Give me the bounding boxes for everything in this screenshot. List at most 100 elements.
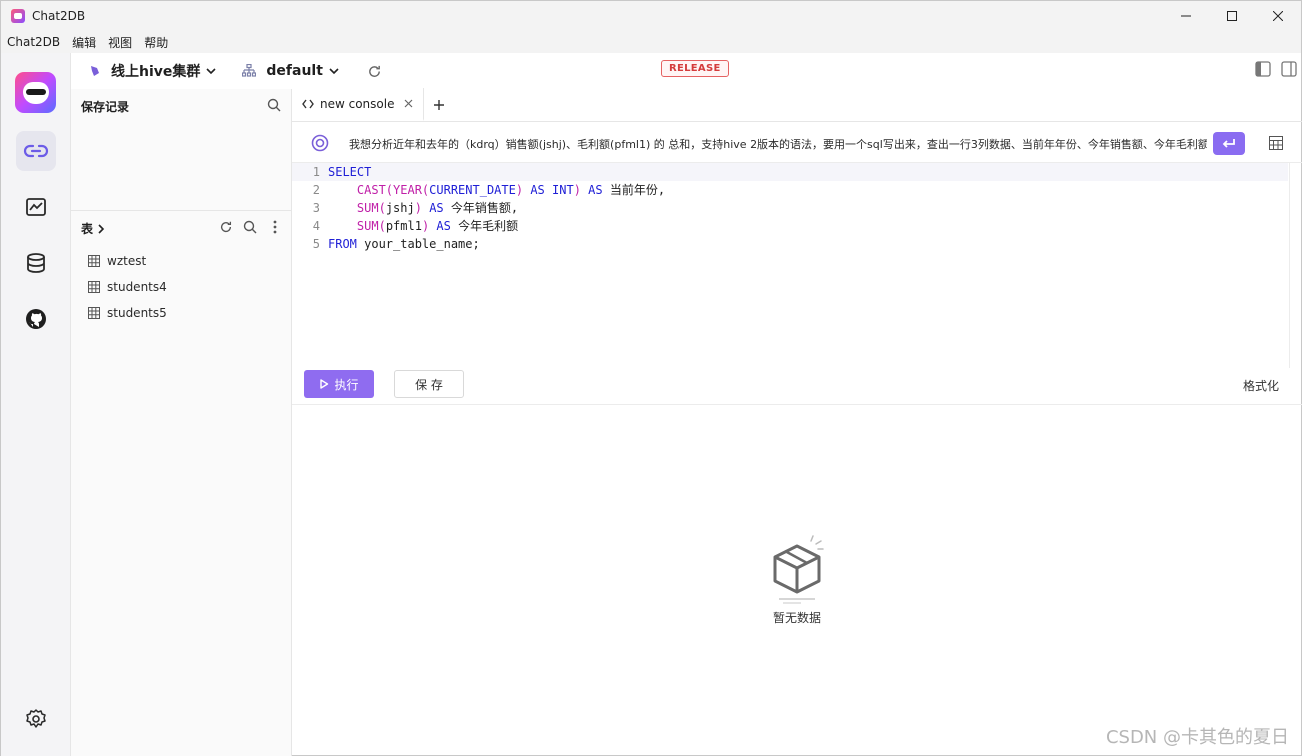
code-token: FROM [328, 237, 357, 251]
console-tabs: new console [292, 88, 1302, 122]
code-token: SUM( [356, 219, 386, 233]
table-item-label: students4 [107, 280, 167, 294]
table-item-students5[interactable]: students5 [88, 306, 167, 320]
sql-editor[interactable]: 1 SELECT 2 CAST(YEAR(CURRENT_DATE) AS INT)… [292, 163, 1300, 368]
toggle-right-panel-icon[interactable] [1281, 61, 1297, 77]
code-token: pfml1 [385, 219, 422, 233]
add-tab-button[interactable] [424, 88, 454, 121]
toggle-left-panel-icon[interactable] [1255, 61, 1271, 77]
code-token: AS [530, 183, 545, 197]
code-line[interactable]: 1 SELECT [292, 163, 1288, 181]
code-token: your_table_name; [356, 237, 480, 251]
database-selector[interactable]: default [242, 63, 339, 79]
empty-state-label: 暂无数据 [772, 611, 821, 625]
code-line[interactable]: 3 SUM(jshj) AS 今年销售额, [292, 199, 1288, 217]
app-icon [11, 9, 25, 23]
nav-database[interactable] [16, 243, 56, 283]
code-token: SELECT [328, 165, 372, 179]
ai-prompt-input[interactable]: 我想分析近年和去年的（kdrq）销售额(jshj)、毛利额(pfml1) 的 总… [349, 136, 1207, 152]
code-token: AS [436, 219, 451, 233]
menu-bar: Chat2DB 编辑 视图 帮助 [1, 31, 1301, 53]
connection-selector[interactable]: 线上hive集群 [89, 61, 216, 81]
chevron-right-icon [98, 223, 105, 234]
search-icon[interactable] [243, 220, 257, 234]
format-button[interactable]: 格式化 [1243, 377, 1279, 394]
nav-settings[interactable] [16, 699, 56, 739]
table-item-label: wztest [107, 254, 147, 268]
table-item-students4[interactable]: students4 [88, 280, 167, 294]
saved-records-title: 保存记录 [81, 100, 130, 114]
refresh-icon [369, 65, 380, 77]
schema-tree-icon [242, 64, 257, 77]
send-prompt-button[interactable] [1213, 132, 1245, 155]
refresh-connection-button[interactable] [367, 64, 382, 79]
maximize-button[interactable] [1209, 1, 1255, 31]
chevron-down-icon [206, 68, 216, 75]
chat2db-logo[interactable] [15, 72, 56, 113]
code-token: ) [573, 183, 581, 197]
code-line[interactable]: 2 CAST(YEAR(CURRENT_DATE) AS INT) AS 当前年… [292, 181, 1288, 199]
watermark: CSDN @卡其色的夏日 [1105, 727, 1289, 748]
line-number: 5 [312, 237, 320, 251]
menu-item-chat2db[interactable]: Chat2DB [7, 35, 60, 49]
code-token: 当前年份, [602, 183, 666, 197]
code-token: INT [552, 183, 574, 197]
code-icon [302, 99, 314, 108]
tables-header[interactable]: 表 [81, 220, 105, 237]
line-number: 4 [312, 219, 320, 233]
menu-item-view[interactable]: 视图 [108, 34, 132, 51]
tab-new-console[interactable]: new console [292, 88, 425, 121]
ai-icon [311, 134, 329, 152]
empty-box-icon [773, 535, 824, 604]
hive-icon [91, 66, 99, 76]
code-token: CURRENT_DATE [429, 183, 516, 197]
code-token: ) [414, 201, 422, 215]
code-token: YEAR( [393, 183, 430, 197]
title-bar: Chat2DB [1, 1, 1301, 31]
line-number: 2 [312, 183, 320, 197]
code-line[interactable]: 5 FROM your_table_name; [292, 235, 1288, 253]
code-token: 今年毛利额 [450, 219, 519, 233]
table-icon [88, 255, 100, 267]
table-icon [88, 307, 100, 319]
app-window: Chat2DB Chat2DB 编辑 视图 帮助 线上hive集群 defaul… [0, 0, 1302, 756]
editor-scrollbar[interactable] [1289, 163, 1302, 368]
close-window-button[interactable] [1255, 1, 1301, 31]
more-icon[interactable] [272, 220, 278, 234]
menu-item-help[interactable]: 帮助 [144, 34, 168, 51]
menu-item-edit[interactable]: 编辑 [72, 34, 96, 51]
minimize-button[interactable] [1163, 1, 1209, 31]
run-button[interactable]: 执行 [304, 370, 374, 398]
refresh-icon[interactable] [219, 220, 233, 234]
line-number: 1 [312, 165, 320, 179]
nav-rail [1, 53, 71, 756]
code-token: 今年销售额, [443, 201, 519, 215]
nav-github[interactable] [16, 299, 56, 339]
table-item-label: students5 [107, 306, 167, 320]
result-panel: 暂无数据 [292, 405, 1302, 756]
code-line[interactable]: 4 SUM(pfml1) AS 今年毛利额 [292, 217, 1288, 235]
ai-prompt-bar: 我想分析近年和去年的（kdrq）销售额(jshj)、毛利额(pfml1) 的 总… [292, 123, 1302, 163]
grid-icon[interactable] [1269, 136, 1283, 150]
window-title: Chat2DB [32, 9, 86, 23]
close-icon[interactable] [404, 99, 413, 108]
plus-icon [434, 99, 445, 110]
release-badge: RELEASE [661, 60, 729, 77]
table-item-wztest[interactable]: wztest [88, 254, 146, 268]
database-name: default [266, 63, 323, 79]
line-number: 3 [312, 201, 320, 215]
editor-actions: 执行 保 存 格式化 [292, 368, 1302, 405]
github-icon [26, 309, 46, 329]
save-button[interactable]: 保 存 [394, 370, 464, 398]
minimize-icon [1181, 15, 1191, 17]
code-token: SUM( [356, 201, 386, 215]
nav-connections[interactable] [16, 131, 56, 171]
nav-dashboard[interactable] [16, 187, 56, 227]
panel-divider [71, 210, 291, 211]
search-icon[interactable] [267, 98, 281, 112]
left-panel: 保存记录 表 wztest students4 students5 [71, 89, 292, 756]
